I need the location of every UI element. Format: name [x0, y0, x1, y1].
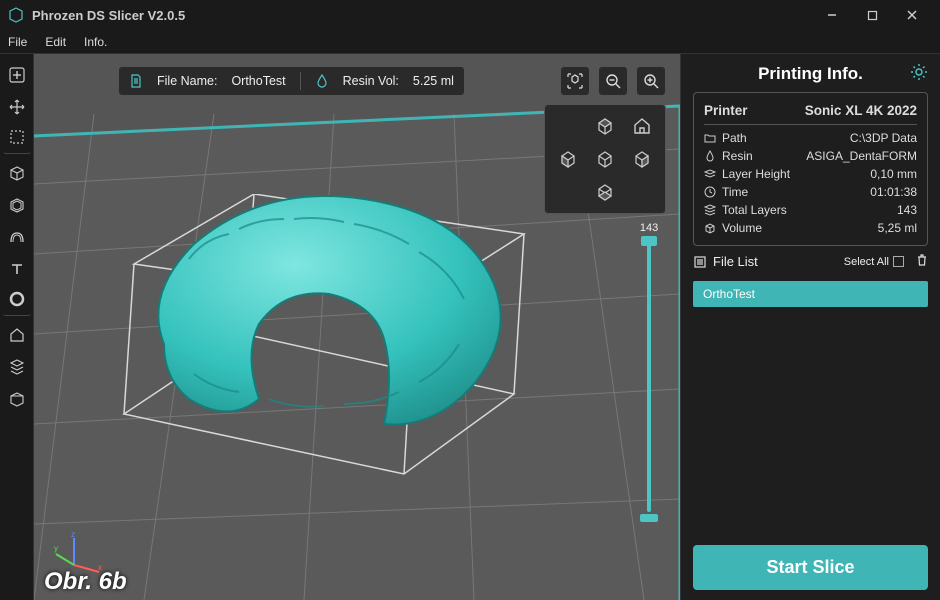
view-bottom[interactable]: [588, 178, 621, 207]
menu-edit[interactable]: Edit: [45, 35, 66, 49]
svg-text:y: y: [54, 544, 58, 553]
resinvol-value: 5.25 ml: [413, 74, 454, 88]
view-home[interactable]: [626, 111, 659, 140]
cube-icon: [704, 222, 716, 234]
text-tool[interactable]: [3, 254, 31, 284]
view-buttons: [560, 66, 666, 96]
time-label: Time: [722, 185, 748, 199]
titlebar: Phrozen DS Slicer V2.0.5: [0, 0, 940, 30]
printing-info-box: Printer Sonic XL 4K 2022 Path C:\3DP Dat…: [693, 92, 928, 246]
add-button[interactable]: [3, 60, 31, 90]
right-panel: Printing Info. Printer Sonic XL 4K 2022 …: [680, 54, 940, 600]
drop-icon: [315, 74, 329, 88]
view-left[interactable]: [551, 144, 584, 173]
layer-slider[interactable]: 143: [640, 222, 658, 522]
minimize-button[interactable]: [812, 0, 852, 30]
app-logo-icon: [8, 7, 24, 23]
stack-tool[interactable]: [3, 352, 31, 382]
viewport-3d[interactable]: File Name: OrthoTest Resin Vol: 5.25 ml: [34, 54, 680, 600]
arch-tool[interactable]: [3, 222, 31, 252]
start-slice-button[interactable]: Start Slice: [693, 545, 928, 590]
stack-icon: [704, 204, 716, 216]
resin-value: ASIGA_DentaFORM: [806, 149, 917, 163]
view-front[interactable]: [588, 144, 621, 173]
shell-tool[interactable]: [3, 190, 31, 220]
folder-icon: [704, 132, 716, 144]
volume-label: Volume: [722, 221, 762, 235]
move-tool[interactable]: [3, 92, 31, 122]
zoom-in-button[interactable]: [636, 66, 666, 96]
filename-value: OrthoTest: [231, 74, 285, 88]
delete-icon[interactable]: [916, 254, 928, 269]
model-info-bar: File Name: OrthoTest Resin Vol: 5.25 ml: [118, 66, 465, 96]
dental-model[interactable]: [134, 174, 514, 474]
layers-value: 143: [897, 203, 917, 217]
select-all-checkbox[interactable]: [893, 256, 904, 267]
left-toolbar: [0, 54, 34, 600]
layer-slider-handle[interactable]: [641, 236, 657, 246]
path-value: C:\3DP Data: [850, 131, 917, 145]
menu-file[interactable]: File: [8, 35, 27, 49]
layers-icon: [704, 168, 716, 180]
clock-icon: [704, 186, 716, 198]
resin-label: Resin: [722, 149, 753, 163]
menu-info[interactable]: Info.: [84, 35, 107, 49]
right-panel-title: Printing Info.: [693, 64, 928, 84]
printer-value: Sonic XL 4K 2022: [805, 103, 917, 118]
select-all[interactable]: Select All: [844, 256, 904, 268]
scale-tool[interactable]: [3, 124, 31, 154]
list-icon: [693, 255, 707, 269]
printer-label: Printer: [704, 103, 748, 118]
layer-slider-track[interactable]: [647, 238, 651, 512]
ring-tool[interactable]: [3, 286, 31, 316]
drop-icon: [704, 150, 716, 162]
view-top[interactable]: [588, 111, 621, 140]
svg-text:z: z: [71, 530, 75, 539]
layers-label: Total Layers: [722, 203, 787, 217]
zoom-out-button[interactable]: [598, 66, 628, 96]
volume-value: 5,25 ml: [878, 221, 917, 235]
view-right[interactable]: [626, 144, 659, 173]
fit-view-button[interactable]: [560, 66, 590, 96]
viewcube-panel: [544, 104, 666, 214]
close-button[interactable]: [892, 0, 932, 30]
home-tool[interactable]: [3, 320, 31, 350]
filelist-header: File List Select All: [693, 254, 928, 269]
hollow-tool[interactable]: [3, 158, 31, 188]
maximize-button[interactable]: [852, 0, 892, 30]
package-tool[interactable]: [3, 384, 31, 414]
filelist-label: File List: [713, 254, 758, 269]
resinvol-label: Resin Vol:: [343, 74, 399, 88]
layerh-value: 0,10 mm: [870, 167, 917, 181]
layerh-label: Layer Height: [722, 167, 790, 181]
layer-slider-max: 143: [640, 222, 658, 234]
menubar: File Edit Info.: [0, 30, 940, 54]
figure-caption: Obr. 6b: [44, 568, 127, 596]
time-value: 01:01:38: [870, 185, 917, 199]
window-title: Phrozen DS Slicer V2.0.5: [32, 8, 185, 23]
settings-gear-icon[interactable]: [910, 63, 928, 86]
file-icon: [129, 74, 143, 88]
path-label: Path: [722, 131, 747, 145]
filename-label: File Name:: [157, 74, 217, 88]
file-item[interactable]: OrthoTest: [693, 281, 928, 307]
